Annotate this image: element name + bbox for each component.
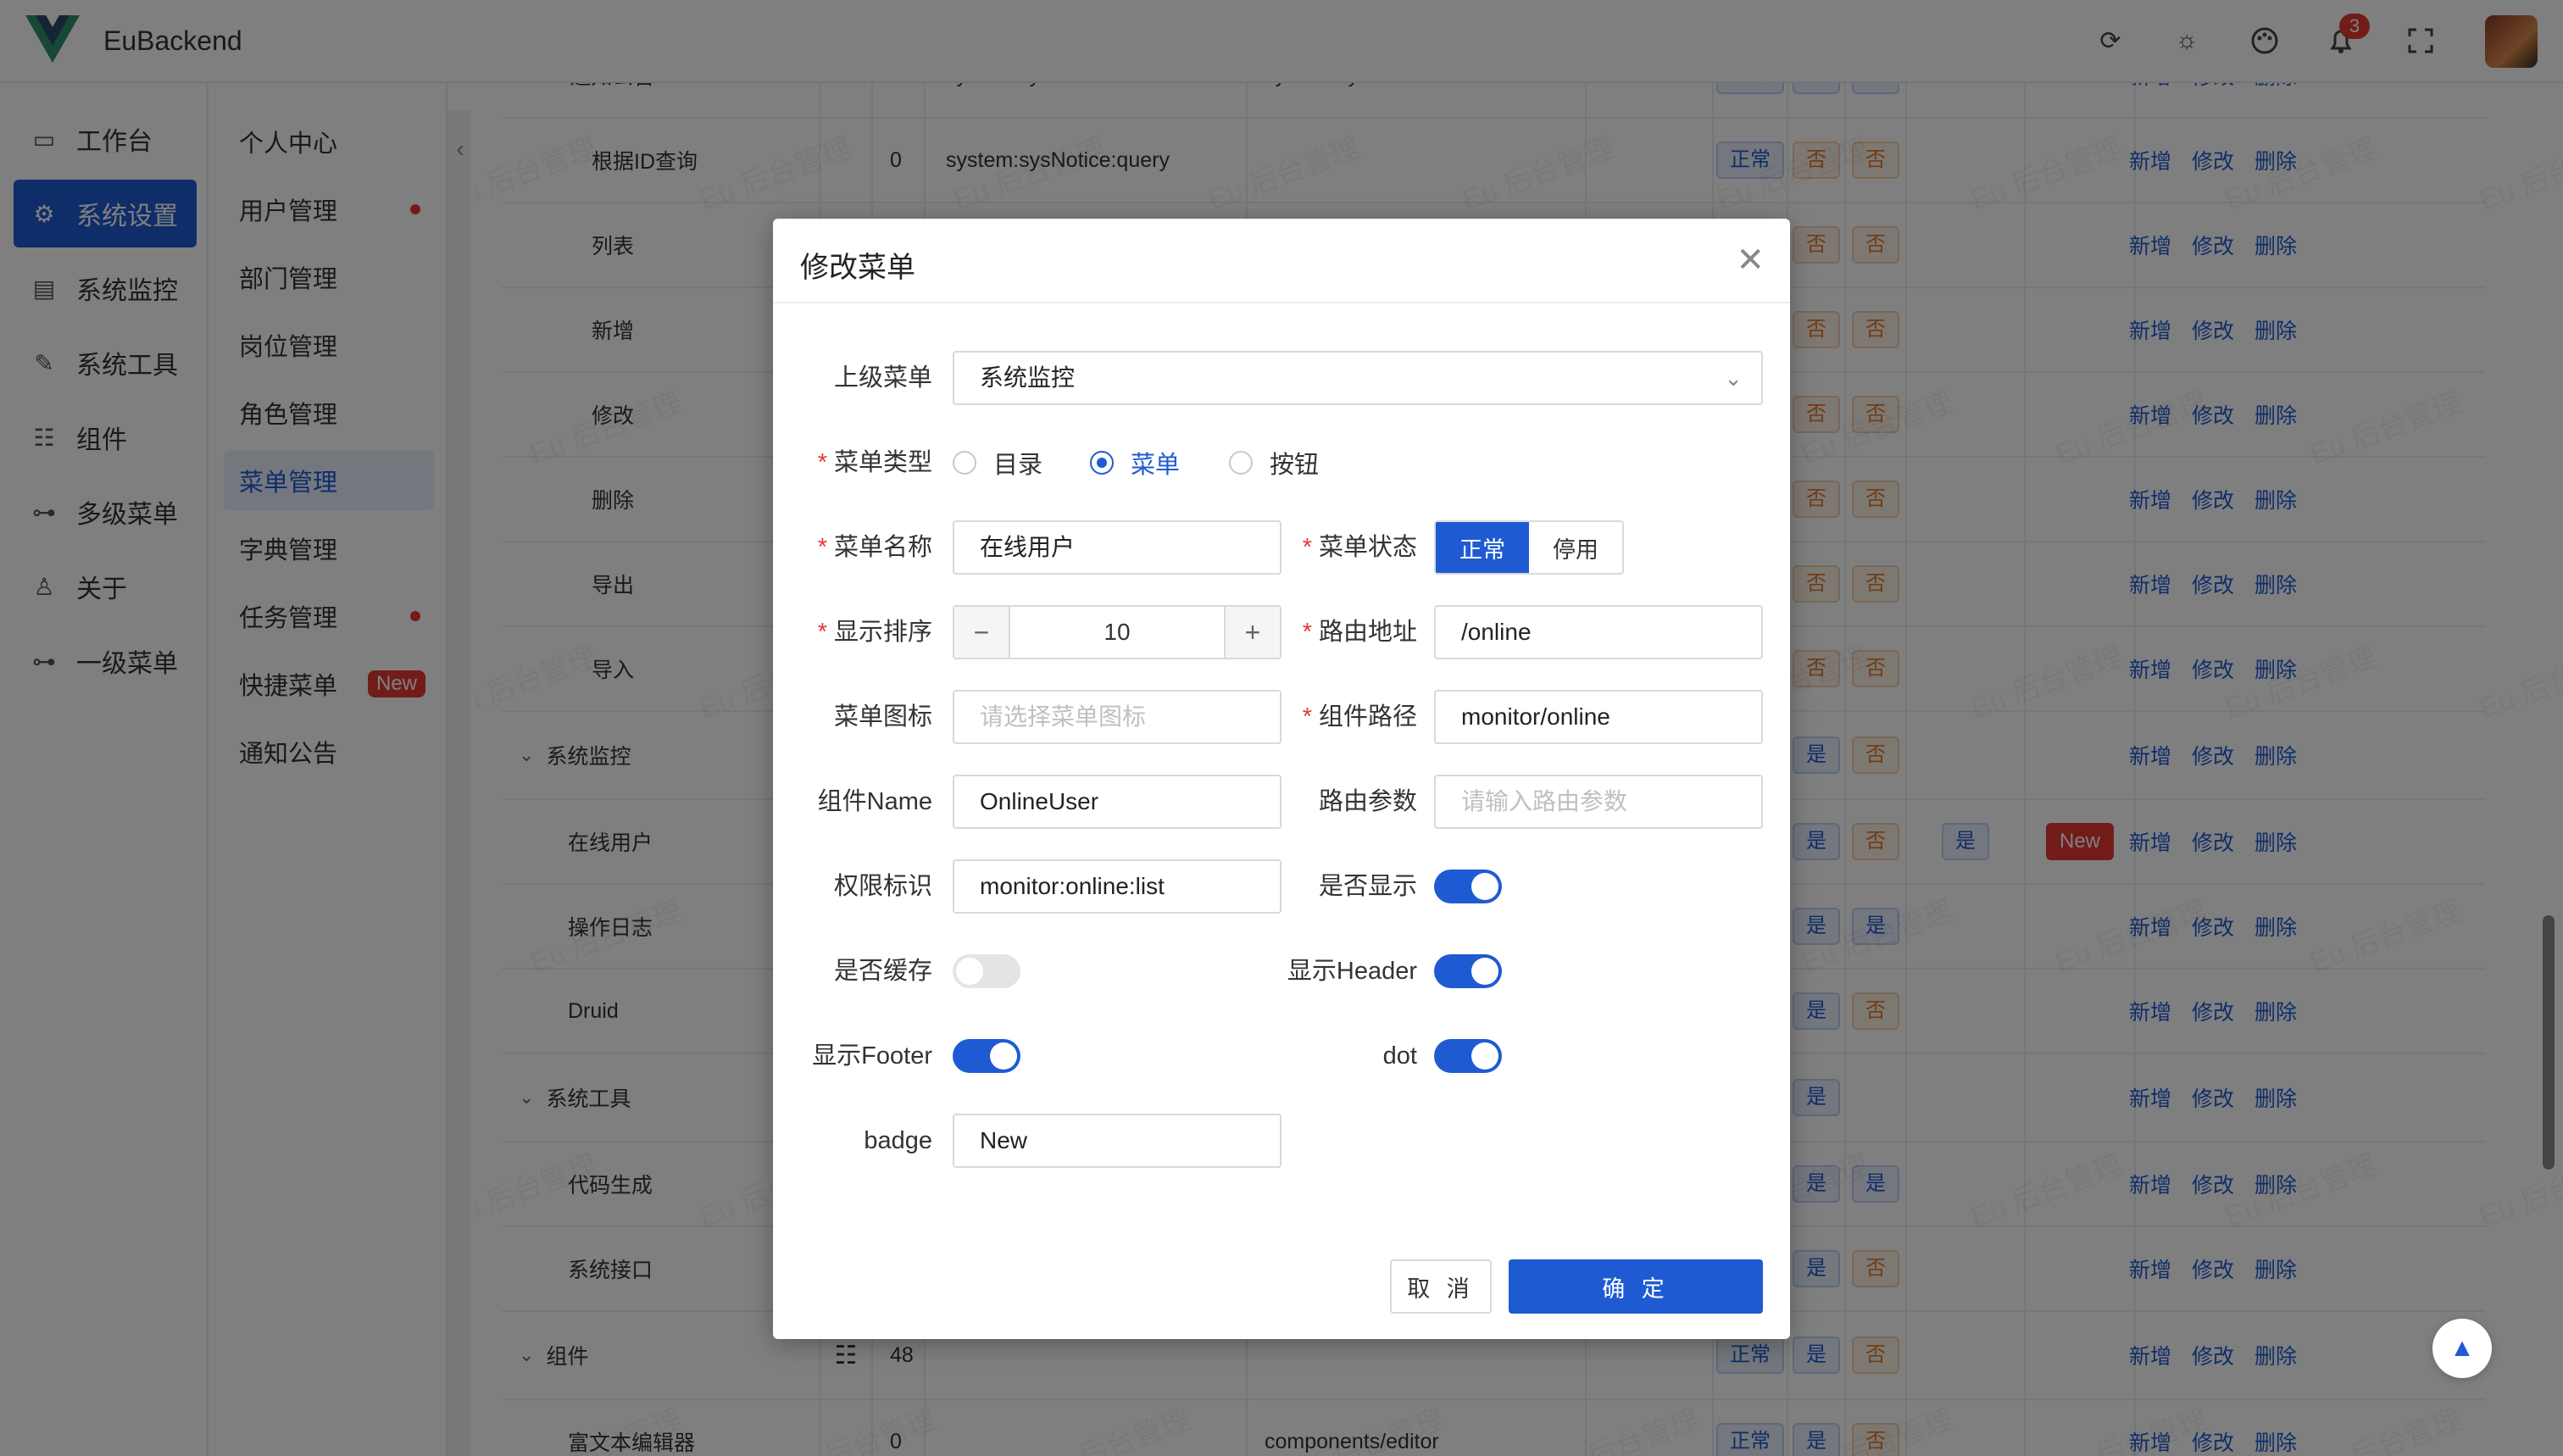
close-icon[interactable]: ✕ — [1736, 241, 1765, 280]
radio-circle — [953, 451, 976, 475]
field-label: * 路由地址 — [1302, 619, 1417, 646]
field-label: badge — [864, 1127, 932, 1154]
order-stepper: − 10 + — [953, 605, 1282, 659]
dialog-header: 修改菜单 ✕ — [773, 219, 1790, 303]
cancel-button[interactable]: 取 消 — [1390, 1259, 1492, 1314]
component-path-input[interactable]: monitor/online — [1434, 690, 1763, 744]
status-normal-button[interactable]: 正常 — [1436, 522, 1529, 573]
field-label: * 组件路径 — [1302, 703, 1417, 731]
radio-button[interactable]: 按钮 — [1229, 436, 1319, 490]
field-label: 是否显示 — [1318, 873, 1417, 900]
field-label: 显示Header — [1287, 958, 1417, 985]
show-header-switch[interactable] — [1434, 954, 1502, 988]
confirm-button[interactable]: 确 定 — [1509, 1259, 1763, 1314]
order-value[interactable]: 10 — [1009, 607, 1226, 658]
field-label: 显示Footer — [812, 1042, 932, 1070]
component-name-input[interactable]: OnlineUser — [953, 775, 1282, 829]
field-label: 组件Name — [817, 788, 932, 815]
radio-label: 菜单 — [1131, 452, 1181, 479]
route-params-input[interactable]: 请输入路由参数 — [1434, 775, 1763, 829]
arrow-up-icon: ▲ — [2449, 1334, 2475, 1362]
menu-name-input[interactable]: 在线用户 — [953, 520, 1282, 575]
select-value: 系统监控 — [980, 364, 1076, 391]
radio-label: 目录 — [993, 452, 1043, 479]
badge-input[interactable]: New — [953, 1114, 1282, 1168]
field-label: 上级菜单 — [833, 364, 932, 392]
dot-switch[interactable] — [1434, 1039, 1502, 1073]
visible-switch[interactable] — [1434, 870, 1502, 903]
radio-label: 按钮 — [1270, 452, 1320, 479]
field-label: dot — [1382, 1042, 1417, 1070]
back-to-top-button[interactable]: ▲ — [2432, 1319, 2492, 1378]
cache-switch[interactable] — [953, 954, 1020, 988]
parent-menu-select[interactable]: 系统监控 ⌄ — [953, 351, 1763, 405]
field-label: * 菜单名称 — [817, 534, 932, 561]
chevron-down-icon: ⌄ — [1724, 365, 1743, 391]
field-label: * 菜单状态 — [1302, 534, 1417, 561]
route-input[interactable]: /online — [1434, 605, 1763, 659]
dialog-title: 修改菜单 — [800, 252, 915, 284]
status-toggle-group: 正常 停用 — [1434, 520, 1624, 575]
field-label: 是否缓存 — [833, 958, 932, 985]
field-label: * 菜单类型 — [817, 449, 932, 476]
menu-icon-input[interactable]: 请选择菜单图标 — [953, 690, 1282, 744]
field-label: * 显示排序 — [817, 619, 932, 646]
decrement-button[interactable]: − — [954, 607, 1009, 658]
show-footer-switch[interactable] — [953, 1039, 1020, 1073]
radio-directory[interactable]: 目录 — [953, 436, 1042, 490]
field-label: 菜单图标 — [833, 703, 932, 731]
radio-menu[interactable]: 菜单 — [1090, 436, 1180, 490]
permission-input[interactable]: monitor:online:list — [953, 859, 1282, 914]
field-label: 路由参数 — [1318, 788, 1417, 815]
status-disabled-button[interactable]: 停用 — [1529, 522, 1622, 573]
edit-menu-dialog: 修改菜单 ✕ 上级菜单 系统监控 ⌄ * 菜单类型 目录 菜单 按钮 * 菜单名称 … — [773, 219, 1790, 1339]
radio-circle — [1229, 451, 1253, 475]
radio-circle — [1090, 451, 1114, 475]
field-label: 权限标识 — [833, 873, 932, 900]
